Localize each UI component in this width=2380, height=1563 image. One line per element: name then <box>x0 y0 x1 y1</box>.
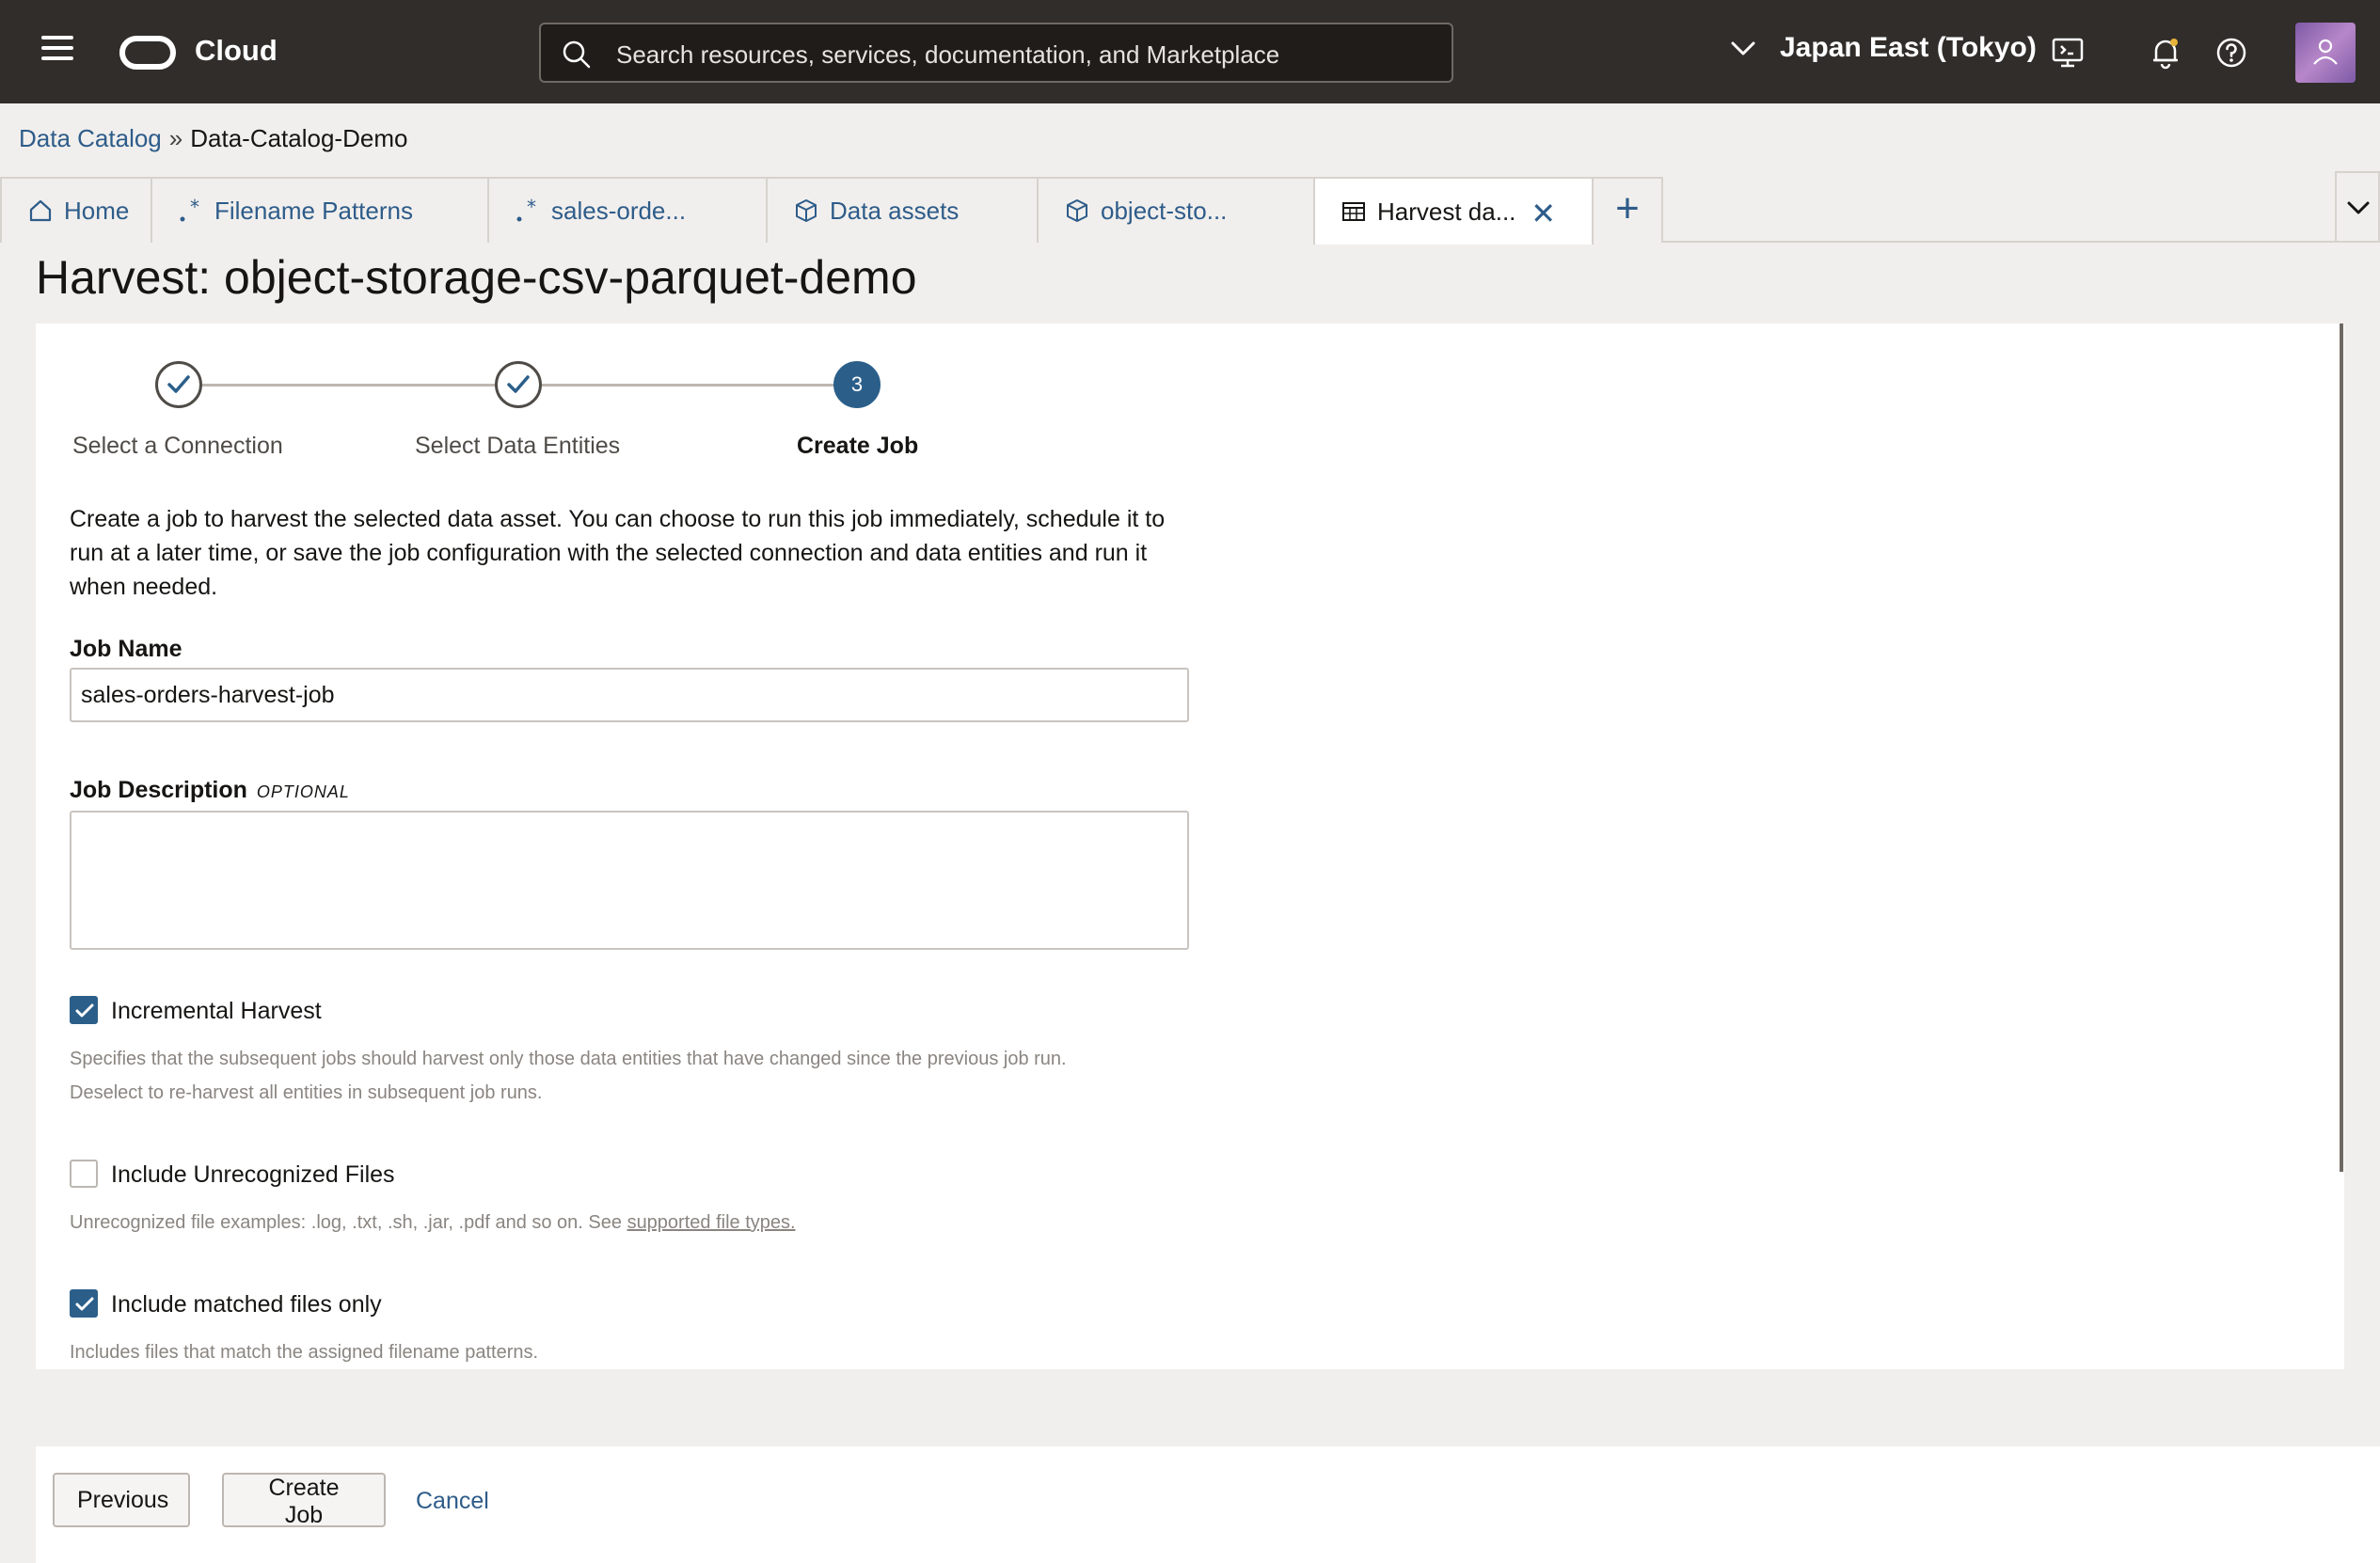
table-icon <box>1342 202 1365 221</box>
train-connector <box>202 384 497 387</box>
optional-tag: OPTIONAL <box>256 782 350 801</box>
cube-icon <box>796 199 817 222</box>
incremental-help-line-2: Deselect to re-harvest all entities in s… <box>70 1082 543 1103</box>
train-connector <box>542 384 834 387</box>
check-icon <box>507 375 530 393</box>
job-description-textarea[interactable] <box>70 811 1189 950</box>
svg-text:*: * <box>190 198 199 218</box>
tab-filename-patterns-label: Filename Patterns <box>214 196 413 225</box>
tab-home-label: Home <box>64 196 130 225</box>
tab-overflow-menu-button[interactable] <box>2335 171 2380 243</box>
brand-name[interactable]: Cloud <box>195 34 278 68</box>
tab-data-assets-label: Data assets <box>830 196 960 225</box>
notifications-bell-icon[interactable] <box>2149 36 2182 70</box>
job-description-label-text: Job Description <box>70 777 247 803</box>
unrecognized-help-text: Unrecognized file examples: .log, .txt, … <box>70 1212 627 1233</box>
step-1-done-indicator[interactable] <box>155 361 202 408</box>
check-icon <box>75 1297 94 1311</box>
search-icon <box>563 40 591 69</box>
matched-files-help: Includes files that match the assigned f… <box>70 1342 539 1363</box>
supported-file-types-link[interactable]: supported file types. <box>627 1212 796 1233</box>
check-icon <box>167 375 190 393</box>
hamburger-menu-icon[interactable] <box>41 36 73 68</box>
job-name-label: Job Name <box>70 636 182 662</box>
search-bar[interactable]: Search resources, services, documentatio… <box>539 23 1453 83</box>
user-profile-icon <box>2313 39 2338 65</box>
home-icon <box>29 199 52 222</box>
step-label-select-data-entities[interactable]: Select Data Entities <box>415 433 620 460</box>
cloud-logo-icon[interactable] <box>119 36 176 70</box>
job-name-input[interactable] <box>70 668 1189 722</box>
step-3-current-indicator: 3 <box>833 361 881 408</box>
chevron-down-icon <box>1731 41 1755 55</box>
tab-home[interactable]: Home <box>0 177 152 243</box>
scrollbar[interactable] <box>2340 324 2343 1172</box>
incremental-harvest-help: Specifies that the subsequent jobs shoul… <box>70 1042 1293 1110</box>
wizard-footer <box>36 1446 2380 1563</box>
breadcrumb: Data Catalog» Data-Catalog-Demo <box>19 124 407 153</box>
top-bar: Cloud Search resources, services, docume… <box>0 0 2380 103</box>
incremental-help-line-1: Specifies that the subsequent jobs shoul… <box>70 1049 1067 1069</box>
tab-data-assets[interactable]: Data assets <box>766 177 1039 243</box>
breadcrumb-separator: » <box>168 124 183 152</box>
tab-harvest-data-asset[interactable]: Harvest da... ✕ <box>1313 177 1594 245</box>
svg-text:*: * <box>527 198 536 218</box>
region-selector[interactable]: Japan East (Tokyo) <box>1729 32 2037 64</box>
region-label: Japan East (Tokyo) <box>1780 32 2037 63</box>
page-title: Harvest: object-storage-csv-parquet-demo <box>36 251 917 304</box>
regex-icon: * <box>180 198 199 222</box>
job-description-label: Job Description OPTIONAL <box>70 777 350 804</box>
cloud-shell-icon[interactable] <box>2051 36 2085 70</box>
help-icon[interactable] <box>2214 36 2248 70</box>
step-2-done-indicator[interactable] <box>495 361 542 408</box>
create-job-button[interactable]: Create Job <box>222 1473 386 1528</box>
include-matched-files-label[interactable]: Include matched files only <box>111 1291 382 1318</box>
intro-text: Create a job to harvest the selected dat… <box>70 506 1166 600</box>
tab-bar: Home * Filename Patterns * sales-orde...… <box>0 177 2380 245</box>
cube-icon <box>1067 199 1087 222</box>
chevron-down-icon <box>2347 201 2370 214</box>
breadcrumb-data-catalog[interactable]: Data Catalog <box>19 124 162 152</box>
cancel-link[interactable]: Cancel <box>416 1488 489 1515</box>
tab-harvest-label: Harvest da... <box>1377 197 1516 226</box>
tab-sales-orders[interactable]: * sales-orde... <box>487 177 768 243</box>
unrecognized-files-help: Unrecognized file examples: .log, .txt, … <box>70 1206 1293 1239</box>
include-matched-files-checkbox[interactable] <box>70 1289 98 1318</box>
tab-sales-orders-label: sales-orde... <box>551 196 687 225</box>
include-unrecognized-files-checkbox[interactable] <box>70 1160 98 1188</box>
check-icon <box>75 1003 94 1018</box>
tab-filename-patterns[interactable]: * Filename Patterns <box>151 177 489 243</box>
breadcrumb-current: Data-Catalog-Demo <box>190 124 408 152</box>
user-avatar[interactable] <box>2295 23 2356 83</box>
step-label-select-connection[interactable]: Select a Connection <box>72 433 283 460</box>
search-placeholder[interactable]: Search resources, services, documentatio… <box>616 40 1279 70</box>
previous-button[interactable]: Previous <box>53 1473 190 1527</box>
close-tab-icon[interactable]: ✕ <box>1531 196 1556 231</box>
incremental-harvest-checkbox[interactable] <box>70 996 98 1024</box>
regex-icon: * <box>516 198 536 222</box>
tab-object-storage-label: object-sto... <box>1101 196 1228 225</box>
include-unrecognized-files-label[interactable]: Include Unrecognized Files <box>111 1161 395 1189</box>
step-label-create-job: Create Job <box>797 433 919 459</box>
add-tab-button[interactable]: + <box>1592 177 1663 243</box>
tab-object-storage[interactable]: object-sto... <box>1037 177 1315 243</box>
incremental-harvest-label[interactable]: Incremental Harvest <box>111 998 322 1025</box>
